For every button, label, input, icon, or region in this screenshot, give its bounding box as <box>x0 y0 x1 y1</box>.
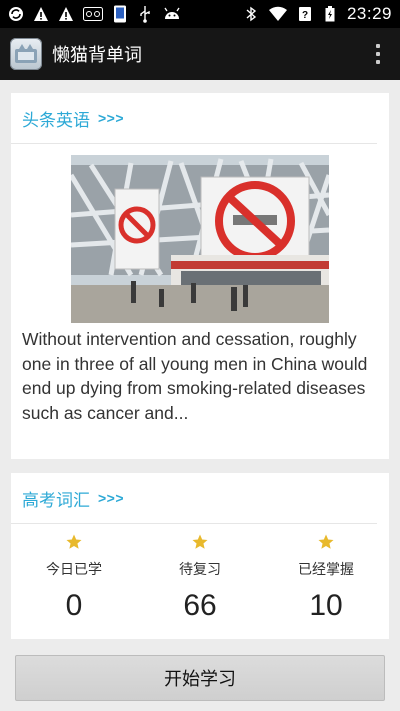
voicemail-icon <box>83 6 103 22</box>
warning-icon <box>58 6 74 22</box>
stat-value: 10 <box>309 589 343 622</box>
svg-text:?: ? <box>302 10 308 21</box>
status-time: 23:29 <box>346 4 392 23</box>
stat-value: 0 <box>65 589 83 622</box>
stat-label: 已经掌握 <box>298 562 354 578</box>
vocab-card-header[interactable]: 高考词汇 >>> <box>11 473 377 524</box>
android-icon <box>162 6 182 22</box>
headline-more-link[interactable]: >>> <box>98 110 124 126</box>
phone-icon <box>112 5 128 23</box>
vocab-card-title: 高考词汇 <box>22 490 90 511</box>
battery-icon <box>322 6 338 22</box>
stat-label: 今日已学 <box>46 562 102 578</box>
app-bar: 懒猫背单词 <box>0 28 400 80</box>
article-excerpt[interactable]: Without intervention and cessation, roug… <box>22 327 382 425</box>
stat-to-review[interactable]: 待复习 66 <box>137 531 263 631</box>
screen: ? 23:29 懒猫背单词 头条英语 >>> Without intervent… <box>0 0 400 711</box>
wifi-icon <box>268 6 288 22</box>
bluetooth-icon <box>243 6 259 22</box>
headline-card: 头条英语 >>> Without intervention and cessat… <box>11 93 389 459</box>
stat-mastered[interactable]: 已经掌握 10 <box>263 531 389 631</box>
status-bar-system: ? 23:29 <box>243 4 392 24</box>
sync-icon <box>8 6 24 22</box>
signal-icon: ? <box>297 6 313 22</box>
vocab-more-link[interactable]: >>> <box>98 490 124 506</box>
star-icon <box>191 531 209 553</box>
status-bar-notifications <box>8 5 182 23</box>
status-bar: ? 23:29 <box>0 0 400 28</box>
headline-card-header[interactable]: 头条英语 >>> <box>11 93 377 144</box>
warning-icon <box>33 6 49 22</box>
usb-icon <box>137 6 153 23</box>
star-icon <box>65 531 83 553</box>
vocab-card: 高考词汇 >>> 今日已学 0 待复习 66 已经掌握 10 <box>11 473 389 639</box>
overflow-menu-icon[interactable] <box>366 38 390 70</box>
app-title: 懒猫背单词 <box>52 45 142 66</box>
article-image[interactable] <box>71 155 329 323</box>
vocab-stats: 今日已学 0 待复习 66 已经掌握 10 <box>11 531 389 631</box>
app-logo-icon[interactable] <box>10 38 42 70</box>
start-learning-button[interactable]: 开始学习 <box>15 655 385 701</box>
headline-card-title: 头条英语 <box>22 110 90 131</box>
stat-value: 66 <box>183 589 217 622</box>
stat-learned-today[interactable]: 今日已学 0 <box>11 531 137 631</box>
star-icon <box>317 531 335 553</box>
stat-label: 待复习 <box>179 562 221 578</box>
